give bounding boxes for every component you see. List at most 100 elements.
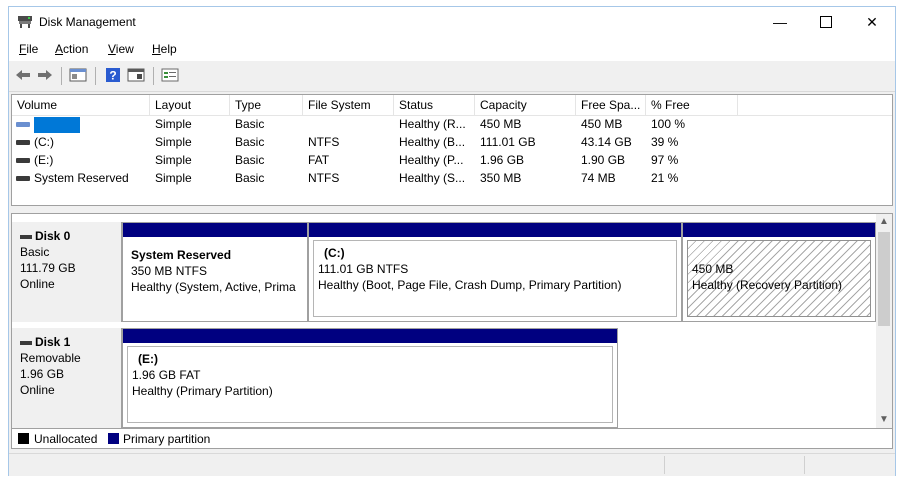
partition-c[interactable]: (C:) 111.01 GB NTFS Healthy (Boot, Page …	[308, 222, 682, 322]
legend-primary-partition: Primary partition	[123, 432, 211, 446]
scroll-thumb[interactable]	[878, 232, 890, 326]
type-cell: Basic	[235, 117, 265, 131]
percent-free-cell: 39 %	[651, 135, 679, 149]
minimize-button[interactable]: —	[757, 7, 803, 37]
free-space-cell: 43.14 GB	[581, 135, 632, 149]
volume-name-cell: (C:)	[16, 133, 146, 151]
disk-state: Online	[20, 277, 55, 291]
layout-cell: Simple	[155, 117, 192, 131]
volume-row[interactable]: (C:) Simple Basic NTFS Healthy (B... 111…	[12, 133, 892, 151]
disk-0-label[interactable]: Disk 0 Basic 111.79 GB Online	[12, 222, 122, 322]
volume-row[interactable]: (E:) Simple Basic FAT Healthy (P... 1.96…	[12, 151, 892, 169]
partition-size: 350 MB NTFS	[131, 264, 208, 278]
drive-icon	[16, 176, 30, 182]
partition-recovery[interactable]: 450 MB Healthy (Recovery Partition)	[682, 222, 876, 322]
volume-list-header: Volume Layout Type File System Status Ca…	[12, 95, 892, 116]
menu-bar: File Action View Help	[9, 37, 895, 61]
back-arrow-icon[interactable]	[15, 67, 31, 83]
volume-name-cell: System Reserved	[16, 169, 150, 187]
status-bar	[9, 453, 895, 476]
forward-arrow-icon[interactable]	[37, 67, 53, 83]
partition-size: 1.96 GB FAT	[132, 368, 201, 382]
status-cell: Healthy (B...	[399, 135, 466, 149]
unallocated-swatch	[18, 433, 29, 444]
column-header-file-system[interactable]: File System	[303, 95, 394, 115]
primary-partition-bar	[309, 223, 681, 237]
free-space-cell: 1.90 GB	[581, 153, 626, 167]
pane-splitter[interactable]	[11, 206, 893, 213]
scroll-up-icon[interactable]: ▲	[876, 214, 892, 230]
legend: Unallocated Primary partition	[11, 429, 893, 449]
percent-free-cell: 100 %	[651, 117, 686, 131]
layout-cell: Simple	[155, 171, 192, 185]
partition-status: Healthy (Recovery Partition)	[692, 278, 843, 292]
status-cell: Healthy (S...	[399, 171, 466, 185]
percent-free-cell: 21 %	[651, 171, 679, 185]
file-system-cell: FAT	[308, 153, 330, 167]
menu-help[interactable]: Help	[152, 42, 177, 56]
disk-type: Basic	[20, 245, 50, 259]
scroll-down-icon[interactable]: ▼	[876, 412, 892, 428]
volume-name-selection[interactable]	[34, 116, 80, 133]
title-bar: Disk Management — ✕	[9, 7, 895, 37]
drive-icon	[16, 122, 30, 128]
column-header-free-space[interactable]: Free Spa...	[576, 95, 646, 115]
volume-row[interactable]: Simple Basic Healthy (R... 450 MB 450 MB…	[12, 115, 892, 133]
volume-name-cell	[16, 115, 146, 133]
disk-map-scrollbar[interactable]: ▲ ▼	[876, 214, 892, 428]
partition-size: 111.01 GB NTFS	[318, 262, 409, 276]
menu-action[interactable]: Action	[55, 42, 88, 56]
status-pane	[804, 456, 895, 474]
type-cell: Basic	[235, 153, 265, 167]
close-button[interactable]: ✕	[849, 7, 895, 37]
status-cell: Healthy (P...	[399, 153, 464, 167]
file-system-cell: NTFS	[308, 135, 340, 149]
volume-name-cell: (E:)	[16, 151, 146, 169]
disk-icon	[20, 340, 32, 345]
layout-cell: Simple	[155, 153, 192, 167]
disk-management-window: Disk Management — ✕ File Action View Hel…	[8, 6, 896, 476]
type-cell: Basic	[235, 135, 265, 149]
column-header-status[interactable]: Status	[394, 95, 475, 115]
free-space-cell: 74 MB	[581, 171, 616, 185]
layout-cell: Simple	[155, 135, 192, 149]
status-pane	[664, 456, 805, 474]
help-icon[interactable]: ?	[105, 67, 121, 83]
partition-name: (C:)	[324, 246, 345, 260]
menu-view[interactable]: View	[108, 42, 134, 56]
toolbar-separator	[153, 67, 154, 85]
column-header-percent-free[interactable]: % Free	[646, 95, 738, 115]
disk-size: 111.79 GB	[20, 261, 76, 275]
primary-partition-swatch	[108, 433, 119, 444]
primary-partition-bar	[123, 223, 307, 237]
menu-file[interactable]: File	[19, 42, 38, 56]
column-header-volume[interactable]: Volume	[12, 95, 150, 115]
disk-icon	[20, 234, 32, 239]
partition-e[interactable]: (E:) 1.96 GB FAT Healthy (Primary Partit…	[122, 328, 618, 428]
disk-management-icon	[18, 16, 32, 28]
partition-name	[692, 245, 866, 261]
console-tree-icon[interactable]	[161, 67, 179, 83]
partition-status: Healthy (Primary Partition)	[132, 384, 273, 398]
disk-state: Online	[20, 383, 55, 397]
primary-partition-bar	[683, 223, 875, 237]
refresh-view-icon[interactable]	[127, 67, 145, 83]
partition-status: Healthy (System, Active, Prima	[131, 280, 296, 294]
partition-status: Healthy (Boot, Page File, Crash Dump, Pr…	[318, 278, 622, 292]
maximize-icon	[820, 16, 832, 29]
toolbar-separator	[95, 67, 96, 85]
legend-unallocated: Unallocated	[34, 432, 98, 446]
column-header-type[interactable]: Type	[230, 95, 303, 115]
toolbar-separator	[61, 67, 62, 85]
svg-text:?: ?	[109, 69, 116, 83]
volume-row[interactable]: System Reserved Simple Basic NTFS Health…	[12, 169, 892, 187]
properties-icon[interactable]	[69, 67, 87, 83]
maximize-button[interactable]	[803, 7, 849, 37]
disk-map: Disk 0 Basic 111.79 GB Online System Res…	[11, 213, 893, 429]
column-header-layout[interactable]: Layout	[150, 95, 230, 115]
disk-size: 1.96 GB	[20, 367, 65, 381]
capacity-cell: 350 MB	[480, 171, 522, 185]
disk-1-label[interactable]: Disk 1 Removable 1.96 GB Online	[12, 328, 122, 428]
column-header-capacity[interactable]: Capacity	[475, 95, 576, 115]
partition-system-reserved[interactable]: System Reserved 350 MB NTFS Healthy (Sys…	[122, 222, 308, 322]
